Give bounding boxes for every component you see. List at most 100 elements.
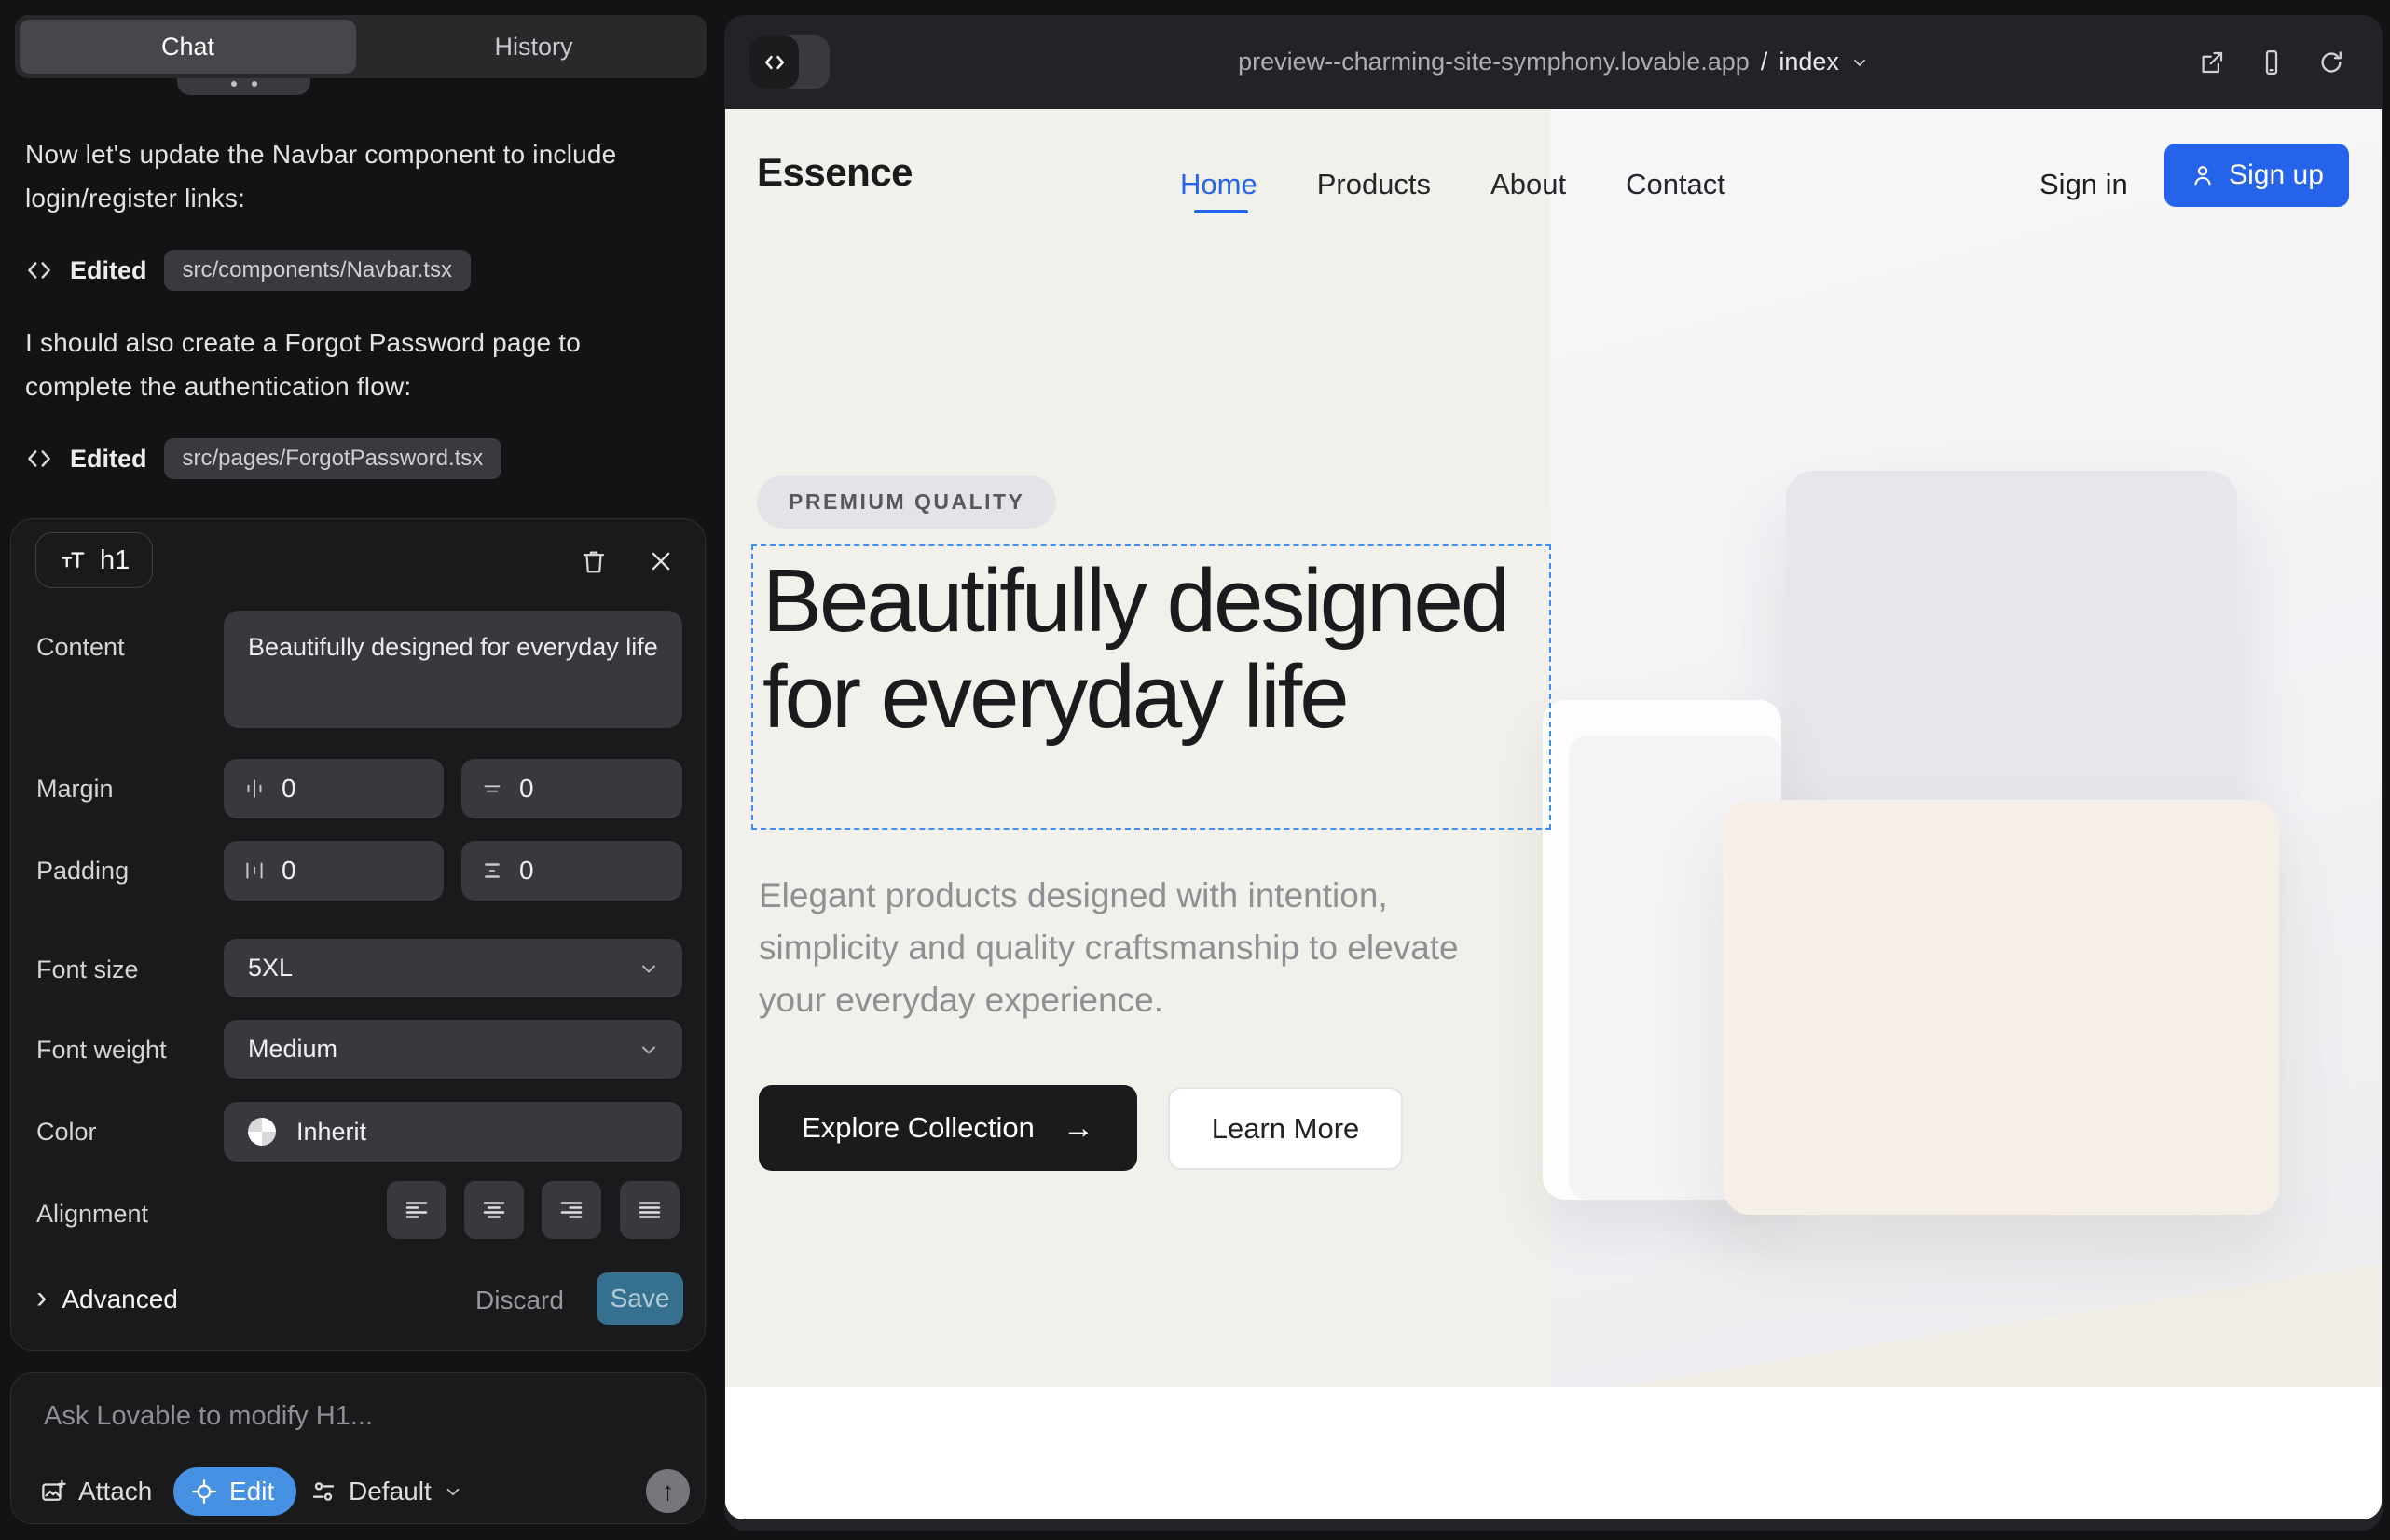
discard-button[interactable]: Discard xyxy=(475,1286,564,1315)
element-selection-outline xyxy=(751,544,1551,830)
selected-element-tag: h1 xyxy=(35,532,153,588)
edited-file-row[interactable]: Edited src/components/Navbar.tsx xyxy=(25,248,471,293)
color-value: Inherit xyxy=(296,1118,366,1147)
composer-input[interactable]: Ask Lovable to modify H1... xyxy=(44,1401,373,1432)
element-tag-label: h1 xyxy=(100,545,130,576)
color-label: Color xyxy=(36,1118,97,1147)
close-editor-button[interactable] xyxy=(645,545,677,577)
preview-browser: preview--charming-site-symphony.lovable.… xyxy=(724,15,2383,1531)
save-button[interactable]: Save xyxy=(597,1272,683,1325)
url-page: index xyxy=(1779,48,1839,76)
mode-label: Default xyxy=(349,1477,432,1506)
chat-message: Now let's update the Navbar component to… xyxy=(25,132,644,220)
font-weight-select[interactable]: Medium xyxy=(224,1020,682,1079)
margin-y-value: 0 xyxy=(519,774,534,804)
explore-collection-label: Explore Collection xyxy=(802,1111,1035,1145)
url-separator: / xyxy=(1761,48,1768,76)
edit-mode-button[interactable]: Edit xyxy=(173,1467,296,1516)
browser-toolbar: preview--charming-site-symphony.lovable.… xyxy=(724,15,2383,109)
edited-label: Edited xyxy=(70,256,147,285)
site-logo[interactable]: Essence xyxy=(757,150,913,195)
hero-badge: PREMIUM QUALITY xyxy=(757,475,1056,529)
advanced-label: Advanced xyxy=(62,1285,178,1314)
align-left-button[interactable] xyxy=(387,1181,446,1239)
chevron-down-icon xyxy=(443,1481,463,1502)
mobile-view-button[interactable] xyxy=(2258,48,2286,76)
sign-up-label: Sign up xyxy=(2229,159,2324,191)
tab-history-label: History xyxy=(494,33,572,62)
app-window: Chat History Now let's update the Navbar… xyxy=(0,0,2390,1540)
padding-y-value: 0 xyxy=(519,856,534,886)
margin-label: Margin xyxy=(36,775,114,804)
explore-collection-button[interactable]: Explore Collection → xyxy=(759,1085,1137,1171)
url-domain: preview--charming-site-symphony.lovable.… xyxy=(1238,48,1750,76)
learn-more-button[interactable]: Learn More xyxy=(1168,1087,1403,1170)
mode-select[interactable]: Default xyxy=(309,1467,463,1516)
chevron-down-icon xyxy=(638,1038,660,1061)
code-icon xyxy=(25,256,53,284)
chevron-down-icon xyxy=(1850,53,1869,72)
delete-element-button[interactable] xyxy=(578,545,610,577)
element-editor-panel: h1 Content Beautifully designed for ever… xyxy=(10,518,706,1351)
open-external-button[interactable] xyxy=(2198,48,2226,76)
color-select[interactable]: Inherit xyxy=(224,1102,682,1162)
arrow-right-icon: → xyxy=(1063,1110,1094,1147)
align-justify-button[interactable] xyxy=(620,1181,680,1239)
edit-label: Edit xyxy=(229,1477,274,1506)
sliders-icon xyxy=(309,1478,337,1506)
refresh-button[interactable] xyxy=(2317,48,2345,76)
decorative-card-cream xyxy=(1724,800,2279,1215)
nav-link-contact[interactable]: Contact xyxy=(1626,168,1725,201)
edited-file-chip[interactable]: src/pages/ForgotPassword.tsx xyxy=(164,438,502,479)
align-justify-icon xyxy=(636,1196,664,1224)
align-center-icon xyxy=(480,1196,508,1224)
attach-image-icon xyxy=(39,1478,67,1506)
margin-x-input[interactable]: 0 xyxy=(224,759,444,818)
nav-link-products[interactable]: Products xyxy=(1317,168,1431,201)
prompt-composer: Ask Lovable to modify H1... Attach Edit … xyxy=(10,1372,706,1524)
margin-x-value: 0 xyxy=(282,774,296,804)
site-viewport: Essence Home Products About Contact Sign… xyxy=(725,109,2382,1519)
code-icon xyxy=(25,445,53,473)
padding-y-input[interactable]: 0 xyxy=(461,841,682,901)
padding-horizontal-icon xyxy=(242,859,267,883)
hero-paragraph: Elegant products designed with intention… xyxy=(759,870,1504,1026)
tab-chat-label: Chat xyxy=(161,33,214,62)
target-icon xyxy=(190,1478,218,1506)
user-icon xyxy=(2190,162,2216,188)
padding-vertical-icon xyxy=(480,859,504,883)
font-weight-label: Font weight xyxy=(36,1036,167,1065)
chat-sidebar: Chat History Now let's update the Navbar… xyxy=(0,0,723,1540)
sidebar-tab-switcher: Chat History xyxy=(15,15,707,78)
sign-in-link[interactable]: Sign in xyxy=(2040,168,2128,201)
font-size-value: 5XL xyxy=(248,954,293,983)
font-weight-value: Medium xyxy=(248,1035,337,1064)
align-right-button[interactable] xyxy=(542,1181,601,1239)
margin-y-input[interactable]: 0 xyxy=(461,759,682,818)
attach-button[interactable]: Attach xyxy=(39,1467,152,1516)
url-bar[interactable]: preview--charming-site-symphony.lovable.… xyxy=(724,15,2383,109)
margin-vertical-icon xyxy=(480,777,504,801)
learn-more-label: Learn More xyxy=(1212,1112,1360,1146)
content-label: Content xyxy=(36,633,125,662)
edited-file-row[interactable]: Edited src/pages/ForgotPassword.tsx xyxy=(25,436,501,481)
nav-link-home[interactable]: Home xyxy=(1180,168,1257,201)
content-input[interactable]: Beautifully designed for everyday life xyxy=(224,611,682,728)
align-right-icon xyxy=(557,1196,585,1224)
align-left-icon xyxy=(403,1196,431,1224)
tab-chat[interactable]: Chat xyxy=(15,15,361,78)
nav-link-about[interactable]: About xyxy=(1490,168,1566,201)
margin-horizontal-icon xyxy=(242,777,267,801)
edited-file-chip[interactable]: src/components/Navbar.tsx xyxy=(164,250,471,291)
alignment-label: Alignment xyxy=(36,1200,148,1229)
advanced-toggle[interactable]: › Advanced xyxy=(36,1284,178,1315)
arrow-up-icon: ↑ xyxy=(662,1477,675,1506)
padding-x-input[interactable]: 0 xyxy=(224,841,444,901)
align-center-button[interactable] xyxy=(464,1181,524,1239)
active-nav-underline xyxy=(1194,210,1248,213)
send-button[interactable]: ↑ xyxy=(646,1469,690,1513)
font-size-label: Font size xyxy=(36,956,139,984)
sign-up-button[interactable]: Sign up xyxy=(2164,144,2349,207)
tab-history[interactable]: History xyxy=(361,15,707,78)
font-size-select[interactable]: 5XL xyxy=(224,939,682,997)
